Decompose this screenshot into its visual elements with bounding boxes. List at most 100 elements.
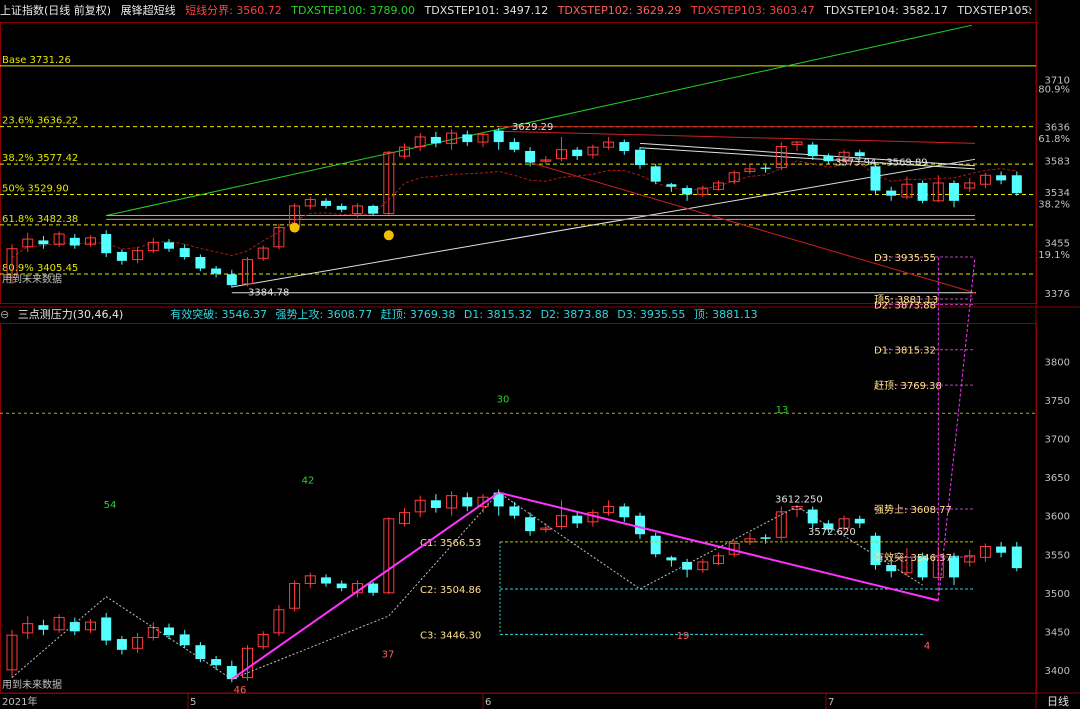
lower-candle (211, 659, 222, 666)
price-annotation: 3612.250 (775, 495, 823, 506)
legend-item: D2: 3873.88 (540, 308, 609, 321)
lower-candle (854, 518, 865, 524)
upper-candle (195, 257, 206, 269)
upper-candle (69, 237, 80, 246)
lower-candle (509, 506, 520, 516)
upper-legend-bar: 上证指数(日线 前复权) 展锋超短线 短线分界: 3560.72 TDXSTEP… (0, 0, 1036, 22)
collapse-arrow-icon[interactable]: ◇ (1013, 4, 1021, 15)
axis-tick-label: 3750 (1045, 396, 1070, 407)
fib-level-label: Base 3731.26 (2, 55, 71, 66)
legend-item: TDXSTEP101: 3497.12 (424, 4, 549, 17)
axis-tick-label: 19.1% (1038, 250, 1070, 261)
legend-item: D1: 3815.32 (463, 308, 533, 321)
axis-tick-label: 61.8% (1038, 134, 1070, 145)
lower-candle (462, 497, 473, 507)
c-level-label: C3: 3446.30 (420, 630, 481, 641)
upper-candle (572, 149, 583, 157)
legend-item: 短线分界: 3560.72 (185, 4, 282, 17)
panel-collapse-icon[interactable]: ⊖ (0, 308, 9, 321)
lower-candle (164, 627, 174, 636)
lower-candle (101, 617, 112, 641)
expand-arrow-icon[interactable]: ◇ (1024, 4, 1032, 15)
axis-tick-label: 3500 (1045, 589, 1070, 600)
upper-candle (870, 166, 881, 191)
price-annotation: 3384.78 (248, 287, 289, 298)
axis-tick-label: 80.9% (1038, 84, 1070, 95)
upper-candle (619, 142, 630, 152)
lower-candle (650, 535, 661, 555)
upper-candle (760, 167, 771, 169)
instrument-title[interactable]: 上证指数(日线 前复权) (0, 4, 111, 17)
count-label: 4 (924, 641, 930, 652)
legend-item: TDXSTEP103: 3603.47 (690, 4, 815, 17)
fib-level-label: 80.9% 3405.45 (2, 263, 78, 274)
future-data-warning: 用到未来数据 (2, 678, 62, 691)
axis-tick-label: 3700 (1045, 435, 1070, 446)
axis-tick-label: 3600 (1045, 512, 1070, 523)
upper-candle (807, 144, 818, 157)
lower-candle (760, 537, 771, 539)
trend-line-white (231, 158, 976, 288)
upper-candle (823, 156, 834, 162)
upper-candle (854, 152, 865, 157)
price-annotation: 3629.29 (512, 122, 553, 133)
upper-candle (525, 151, 536, 163)
lower-candle (666, 557, 677, 561)
legend-item: TDXSTEP100: 3789.00 (291, 4, 415, 17)
lower-candle (1011, 546, 1022, 569)
fib-level-label: 23.6% 3636.22 (2, 116, 78, 127)
lower-legend-bar: ⊖ 三点测压力(30,46,4) 有效突破: 3546.37 强势上攻: 360… (0, 307, 1036, 323)
smiley-icon (289, 222, 300, 233)
upper-candle (666, 184, 677, 187)
legend-item: TDXSTEP102: 3629.29 (557, 4, 682, 17)
upper-candle (164, 242, 174, 249)
upper-candle (1011, 175, 1022, 194)
upper-candle (493, 130, 504, 143)
fib-level-label: 50% 3529.90 (2, 183, 69, 194)
lower-candle (195, 645, 206, 660)
axis-tick-label: 3455 (1045, 238, 1070, 249)
axis-tick-label: 3450 (1045, 627, 1070, 638)
smiley-icon (383, 230, 394, 241)
count-label: 37 (382, 650, 395, 661)
upper-candle (226, 274, 237, 286)
upper-candle (211, 268, 222, 274)
upper-candle (949, 182, 959, 201)
upper-candle (368, 205, 379, 214)
lower-candle (38, 625, 49, 630)
axis-tick-label: 3650 (1045, 473, 1070, 484)
footer-month: 7 (828, 697, 834, 708)
moving-average-line (11, 160, 1017, 258)
upper-candle (430, 136, 441, 144)
indicator-name[interactable]: 三点测压力(30,46,4) (18, 308, 124, 321)
upper-candle (101, 234, 112, 254)
upper-candle (38, 240, 49, 245)
target-level-label: 赶顶: 3769.38 (874, 379, 942, 392)
indicator-name[interactable]: 展锋超短线 (121, 4, 176, 17)
upper-candle (886, 190, 897, 196)
count-label: 46 (234, 685, 247, 696)
upper-candle (996, 175, 1007, 181)
upper-candle (321, 200, 331, 206)
fib-level-label: 61.8% 3482.38 (2, 214, 78, 225)
panel-arrows[interactable]: ◇ ◇ (1013, 4, 1032, 15)
price-annotation: 3573.94 - 3569.89 (835, 158, 928, 169)
upper-candle (635, 149, 645, 166)
axis-tick-label: 3636 (1045, 123, 1070, 134)
upper-candle (462, 134, 473, 143)
stock-chart[interactable]: Base 3731.26 23.6% 3636.22 38.2% 3577.42 50… (0, 0, 1080, 709)
lower-candle (619, 506, 630, 518)
count-label: 19 (677, 631, 690, 642)
axis-tick-label: 3376 (1045, 289, 1070, 300)
legend-item: D3: 3935.55 (617, 308, 686, 321)
axis-tick-label: 3534 (1045, 188, 1070, 199)
count-label: 13 (776, 405, 789, 416)
count-label: 30 (497, 394, 510, 405)
axis-tick-label: 3800 (1045, 358, 1070, 369)
axis-tick-label: 38.2% (1038, 199, 1070, 210)
axis-tick-label: 3583 (1045, 157, 1070, 168)
axis-tick-label: 3400 (1045, 666, 1070, 677)
footer-month: 5 (190, 697, 196, 708)
lower-candle (336, 583, 347, 589)
legend-item: TDXSTEP104: 3582.17 (824, 4, 948, 17)
